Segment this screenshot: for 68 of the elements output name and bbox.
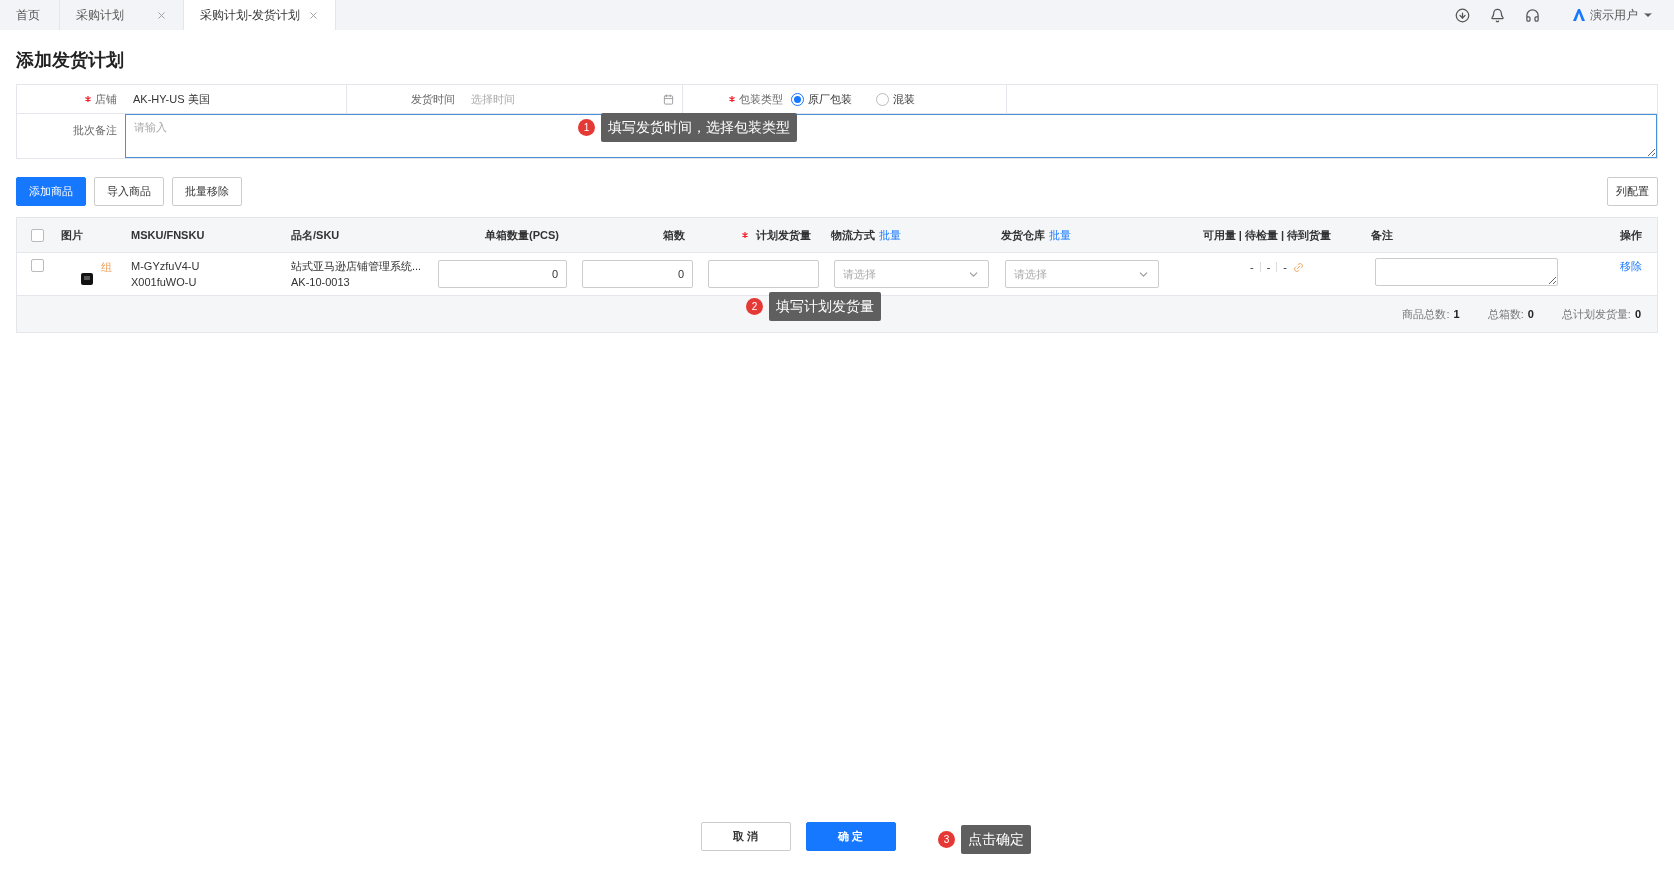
footer-button[interactable]: 取 消: [700, 822, 791, 851]
annotation-tooltip: 点击确定: [961, 825, 1031, 854]
radio-label[interactable]: 原厂包装: [808, 90, 852, 108]
field-label: 发货时间: [411, 91, 455, 107]
column-header: 单箱数量(PCS): [485, 227, 559, 243]
step-number-badge: 1: [578, 119, 595, 136]
required-icon: [729, 96, 735, 102]
column-config-button[interactable]: 列配置: [1607, 177, 1658, 206]
sku-text: AK-10-0013: [291, 275, 351, 290]
annotation-tooltip: 填写计划发货量: [769, 292, 881, 321]
store-value[interactable]: AK-HY-US 美国: [133, 90, 210, 108]
download-icon[interactable]: [1455, 7, 1470, 23]
step-number-badge: 3: [938, 831, 955, 848]
remark-field[interactable]: [1375, 257, 1558, 286]
msku-text: M-GYzfuV4-U: [131, 259, 201, 274]
column-header: 图片: [61, 227, 83, 243]
column-header: 计划发货量: [756, 227, 811, 243]
stock-value: -: [1266, 260, 1271, 275]
close-icon[interactable]: [308, 9, 319, 21]
column-header: MSKU/FNSKU: [131, 227, 205, 243]
field-label: 包装类型: [739, 91, 783, 107]
summary-value: 0: [1527, 306, 1534, 322]
column-header: 可用量 | 待检量 | 待到货量: [1202, 227, 1332, 243]
column-header: 发货仓库: [1001, 227, 1045, 243]
radio-button[interactable]: [876, 92, 889, 106]
column-header: 备注: [1371, 227, 1393, 243]
radio-label[interactable]: 混装: [893, 90, 915, 108]
logo-icon: [1572, 9, 1586, 21]
tab[interactable]: 首页: [0, 0, 60, 30]
product-name: 站式亚马逊店铺管理系统...: [291, 259, 423, 274]
remove-link[interactable]: 移除: [1620, 258, 1642, 275]
bundle-tag: 组: [101, 259, 112, 276]
batch-link[interactable]: 批量: [1049, 226, 1071, 244]
summary-value: 1: [1453, 306, 1460, 322]
notification-icon[interactable]: [1490, 7, 1505, 23]
stock-value: -: [1250, 260, 1254, 275]
calendar-icon[interactable]: [663, 93, 674, 105]
column-header: 物流方式: [831, 227, 875, 243]
summary-label: 商品总数:: [1402, 306, 1450, 322]
toolbar-button[interactable]: 批量移除: [172, 177, 242, 206]
headset-icon[interactable]: [1525, 7, 1540, 23]
field-label: 批次备注: [73, 123, 117, 138]
column-header: 操作: [1620, 227, 1642, 243]
page-title: 添加发货计划: [16, 49, 124, 72]
unit-quantity-field[interactable]: 0: [438, 260, 567, 288]
select-all-checkbox[interactable]: [30, 228, 44, 242]
column-header: 箱数: [663, 227, 685, 243]
stock-value: -: [1283, 260, 1287, 275]
field-label: 店铺: [95, 91, 117, 107]
summary-label: 总箱数:: [1487, 306, 1524, 322]
required-icon: [742, 232, 748, 238]
column-header: 品名/SKU: [291, 227, 340, 243]
toolbar-button[interactable]: 导入商品: [94, 177, 164, 206]
footer-button[interactable]: 确 定: [805, 822, 896, 851]
summary-value: 0: [1634, 306, 1641, 322]
toolbar-button[interactable]: 添加商品: [16, 177, 86, 206]
row-checkbox[interactable]: [30, 259, 44, 272]
planned-quantity-field[interactable]: [708, 260, 819, 288]
required-icon: [85, 96, 91, 102]
radio-button[interactable]: [791, 92, 804, 106]
fnsku-text: X001fuWO-U: [131, 275, 198, 290]
annotation-tooltip: 填写发货时间，选择包装类型: [601, 113, 797, 142]
close-icon[interactable]: [156, 9, 167, 21]
summary-label: 总计划发货量:: [1561, 306, 1631, 322]
box-count-field[interactable]: 0: [582, 260, 693, 288]
tab[interactable]: 采购计划-发货计划: [184, 0, 336, 30]
batch-link[interactable]: 批量: [879, 226, 901, 244]
user-name[interactable]: 演示用户: [1590, 6, 1638, 24]
